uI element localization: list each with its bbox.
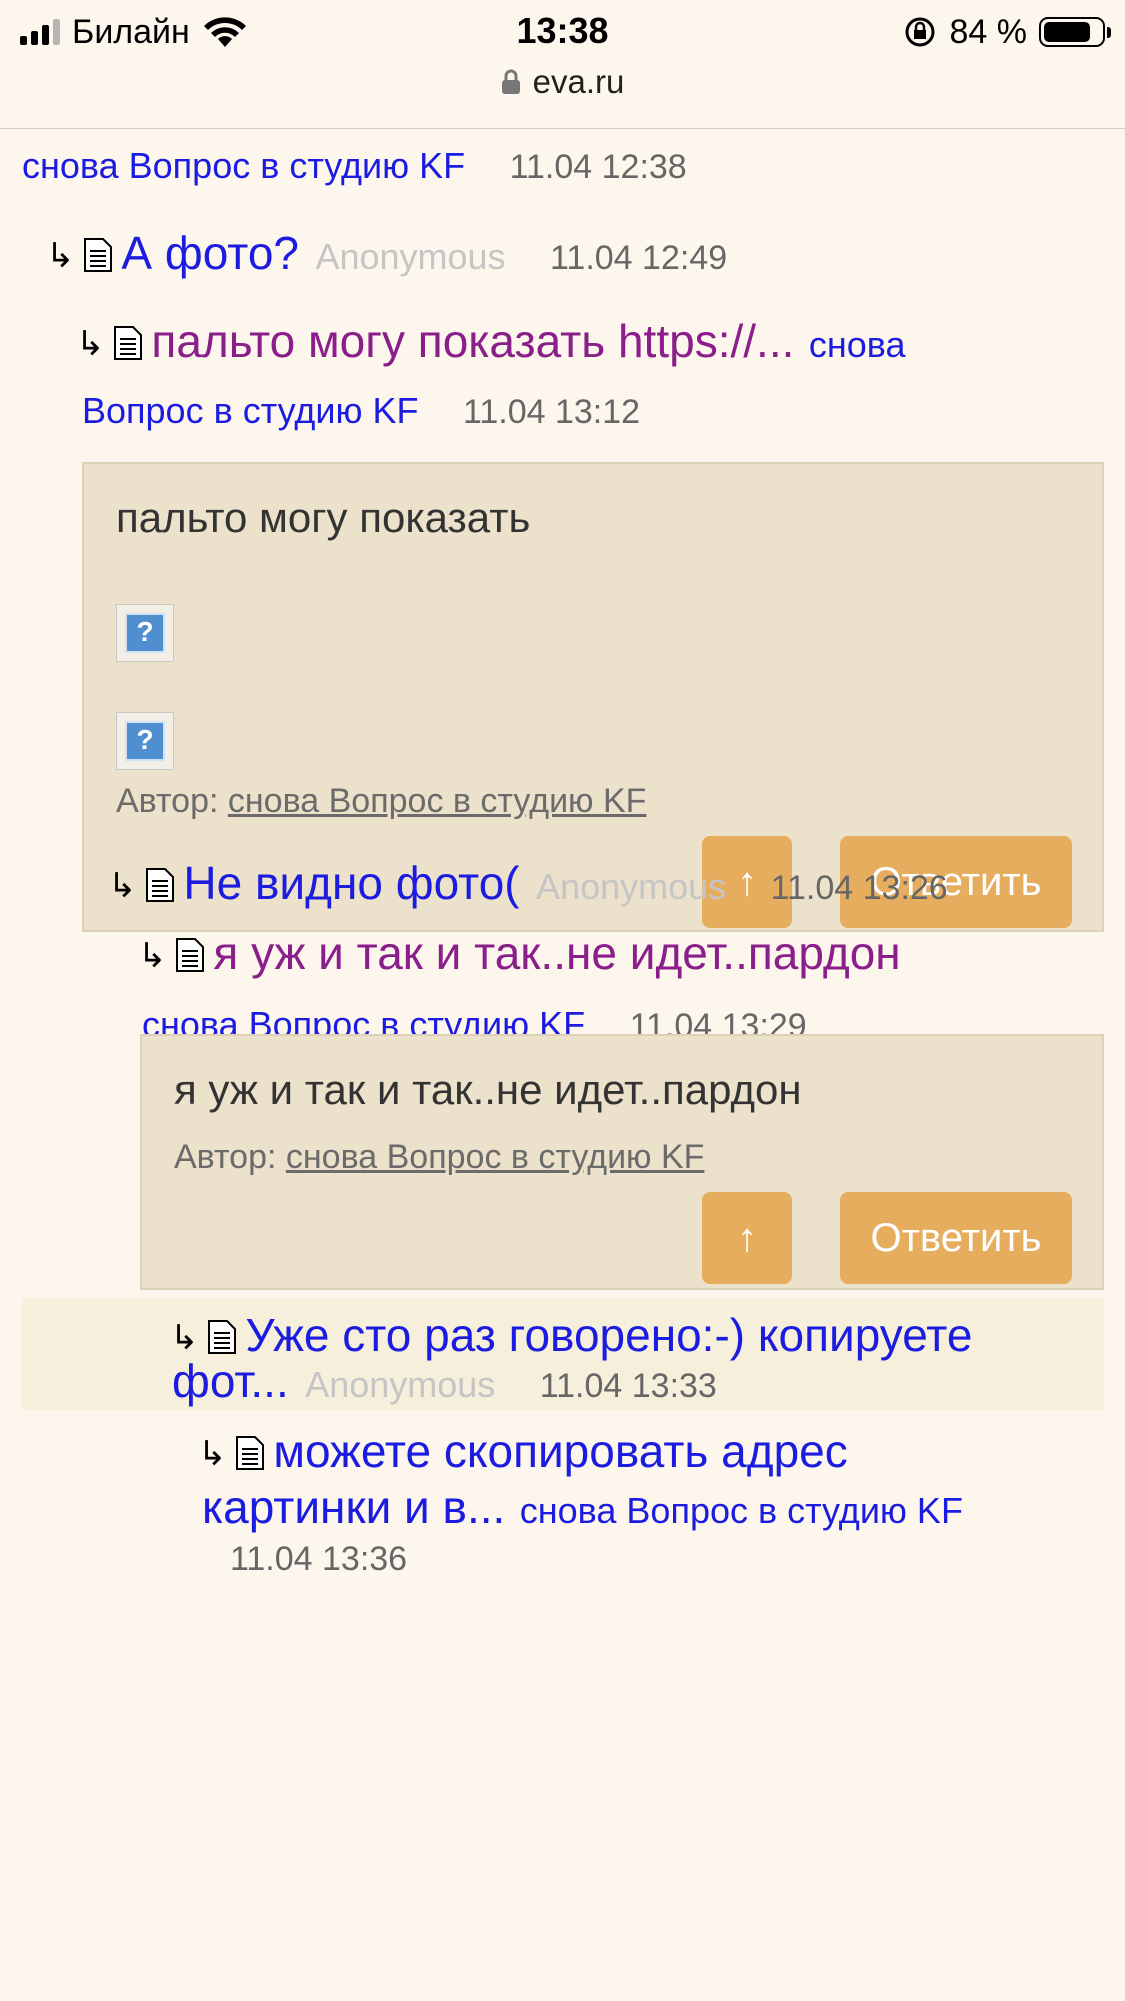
scroll-up-button[interactable]: ↑ xyxy=(702,1192,792,1284)
status-right: 84 % xyxy=(902,10,1111,54)
author-link[interactable]: снова Вопрос в студию KF xyxy=(22,145,465,186)
reply-arrow-icon: ↳ xyxy=(108,867,137,905)
thread-row-meta: картинки и в... снова Вопрос в студию KF xyxy=(202,1480,963,1534)
battery-icon xyxy=(1039,17,1111,47)
post-date: 11.04 13:12 xyxy=(462,393,641,431)
post-date: 11.04 13:33 xyxy=(539,1367,717,1405)
document-icon xyxy=(235,1436,264,1470)
author-label: Автор: xyxy=(116,782,219,820)
thread-row: снова Вопрос в студию KF 11.04 12:38 xyxy=(22,145,687,187)
reply-arrow-icon: ↳ xyxy=(170,1319,199,1357)
post-date: 11.04 12:49 xyxy=(550,239,728,277)
address-bar[interactable]: eva.ru xyxy=(0,60,1125,104)
author-anonymous: Anonymous xyxy=(305,1364,496,1405)
author-anonymous: Anonymous xyxy=(315,236,506,277)
thread-row: ↳ можете скопировать адрес xyxy=(198,1424,848,1478)
thread-row: ↳ пальто могу показать https://... снова xyxy=(76,314,1086,368)
author-link[interactable]: Вопрос в студию KF xyxy=(82,390,419,431)
reply-arrow-icon: ↳ xyxy=(76,325,105,363)
post-title-link[interactable]: я уж и так и так..не идет..пардон xyxy=(213,927,900,979)
post-body-box: я уж и так и так..не идет..пардон Автор:… xyxy=(140,1034,1104,1290)
thread-row-meta: 11.04 13:36 xyxy=(230,1540,407,1579)
post-body-text: я уж и так и так..не идет..пардон xyxy=(174,1066,802,1113)
post-body-text: пальто могу показать xyxy=(116,494,531,541)
author-line: Автор: снова Вопрос в студию KF xyxy=(116,782,646,821)
author-label: Автор: xyxy=(174,1138,277,1176)
document-icon xyxy=(113,326,142,360)
author-link[interactable]: снова Вопрос в студию KF xyxy=(520,1490,963,1531)
post-date: 11.04 13:36 xyxy=(230,1540,408,1578)
post-date: 11.04 12:38 xyxy=(509,148,687,186)
document-icon xyxy=(207,1320,236,1354)
post-title-link-continued[interactable]: картинки и в... xyxy=(202,1481,505,1533)
thread-row: ↳ Не видно фото( Anonymous 11.04 13:26 xyxy=(108,856,948,910)
post-title-link[interactable]: Не видно фото( xyxy=(183,857,519,909)
post-title-link[interactable]: пальто могу показать https://... xyxy=(151,315,794,367)
battery-percent: 84 % xyxy=(949,12,1028,51)
reply-button[interactable]: Ответить xyxy=(840,1192,1072,1284)
thread-row: ↳ А фото? Anonymous 11.04 12:49 xyxy=(46,226,727,280)
thread-row-meta: фот... Anonymous 11.04 13:33 xyxy=(172,1354,717,1408)
post-date: 11.04 13:26 xyxy=(770,869,948,907)
author-link[interactable]: снова Вопрос в студию KF xyxy=(228,782,647,820)
author-link[interactable]: снова xyxy=(809,324,906,365)
author-link[interactable]: снова Вопрос в студию KF xyxy=(286,1138,705,1176)
document-icon xyxy=(145,868,174,902)
padlock-icon xyxy=(501,69,520,94)
reply-arrow-icon: ↳ xyxy=(138,937,167,975)
post-title-link[interactable]: можете скопировать адрес xyxy=(273,1425,847,1477)
rotation-lock-icon xyxy=(905,17,934,47)
url-text: eva.ru xyxy=(532,63,625,100)
reply-arrow-icon: ↳ xyxy=(198,1435,227,1473)
thread-row-meta: Вопрос в студию KF 11.04 13:12 xyxy=(82,390,640,432)
broken-image-icon: ? xyxy=(116,712,174,770)
post-title-link-continued[interactable]: фот... xyxy=(172,1355,289,1407)
author-line: Автор: снова Вопрос в студию KF xyxy=(174,1138,704,1177)
broken-image-icon: ? xyxy=(116,604,174,662)
document-icon xyxy=(175,938,204,972)
reply-arrow-icon: ↳ xyxy=(46,237,75,275)
document-icon xyxy=(83,238,112,272)
post-title-link[interactable]: А фото? xyxy=(121,227,299,279)
thread-row: ↳ я уж и так и так..не идет..пардон xyxy=(138,926,901,980)
status-bar: Билайн 13:38 84 % eva.ru xyxy=(0,0,1125,129)
author-anonymous: Anonymous xyxy=(536,866,727,907)
